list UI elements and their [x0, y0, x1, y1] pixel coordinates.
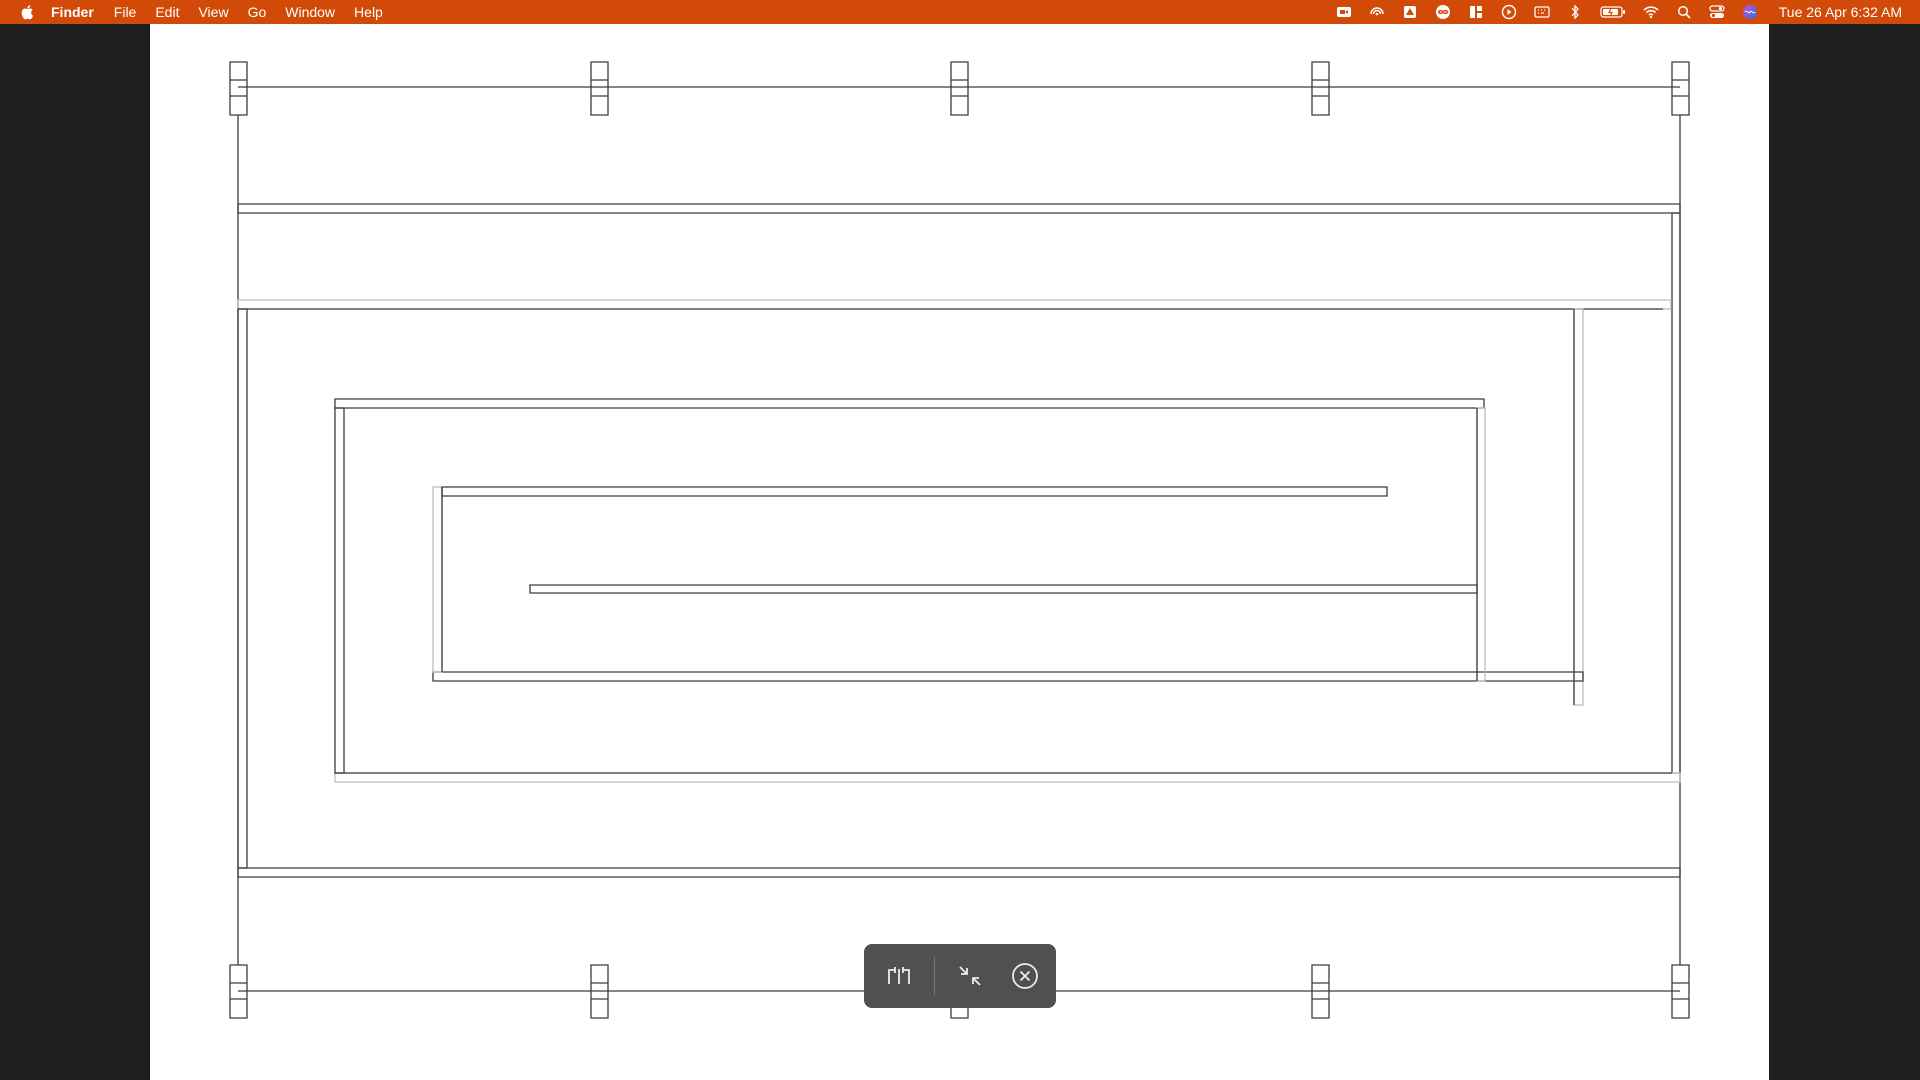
- close-circle-icon[interactable]: [1005, 944, 1045, 1008]
- menu-view[interactable]: View: [198, 4, 228, 20]
- menu-app-finder[interactable]: Finder: [51, 4, 94, 20]
- menu-edit[interactable]: Edit: [155, 4, 179, 20]
- bluetooth-icon[interactable]: [1567, 4, 1583, 20]
- menu-clock[interactable]: Tue 26 Apr 6:32 AM: [1779, 4, 1902, 20]
- menu-help[interactable]: Help: [354, 4, 383, 20]
- airdrop-icon[interactable]: [1369, 4, 1385, 20]
- wifi-icon[interactable]: [1643, 4, 1659, 20]
- search-icon[interactable]: [1676, 4, 1692, 20]
- status-area: Tue 26 Apr 6:32 AM: [1336, 0, 1920, 24]
- spiral-walls: [237, 203, 1681, 878]
- siri-icon[interactable]: [1742, 4, 1758, 20]
- top-dimension-ticks: [229, 61, 1690, 116]
- exit-fullscreen-icon[interactable]: [935, 944, 1005, 1008]
- play-icon[interactable]: [1501, 4, 1517, 20]
- fullscreen-toolbar: [864, 944, 1056, 1008]
- control-center-icon[interactable]: [1709, 4, 1725, 20]
- keyboard-icon[interactable]: [1534, 4, 1550, 20]
- menu-window[interactable]: Window: [285, 4, 335, 20]
- drive-icon[interactable]: [1402, 4, 1418, 20]
- split-view-icon[interactable]: [864, 944, 934, 1008]
- battery-icon[interactable]: [1600, 4, 1626, 20]
- floor-plan-drawing: [229, 61, 1690, 1019]
- menu-bar: Finder File Edit View Go Window Help Tue…: [0, 0, 1920, 24]
- floor-plan-canvas: [150, 24, 1769, 1080]
- infinity-icon[interactable]: [1435, 4, 1451, 20]
- apple-logo-icon[interactable]: [17, 0, 37, 24]
- layout-icon[interactable]: [1468, 4, 1484, 20]
- menu-file[interactable]: File: [114, 4, 137, 20]
- video-icon[interactable]: [1336, 4, 1352, 20]
- menu-go[interactable]: Go: [248, 4, 267, 20]
